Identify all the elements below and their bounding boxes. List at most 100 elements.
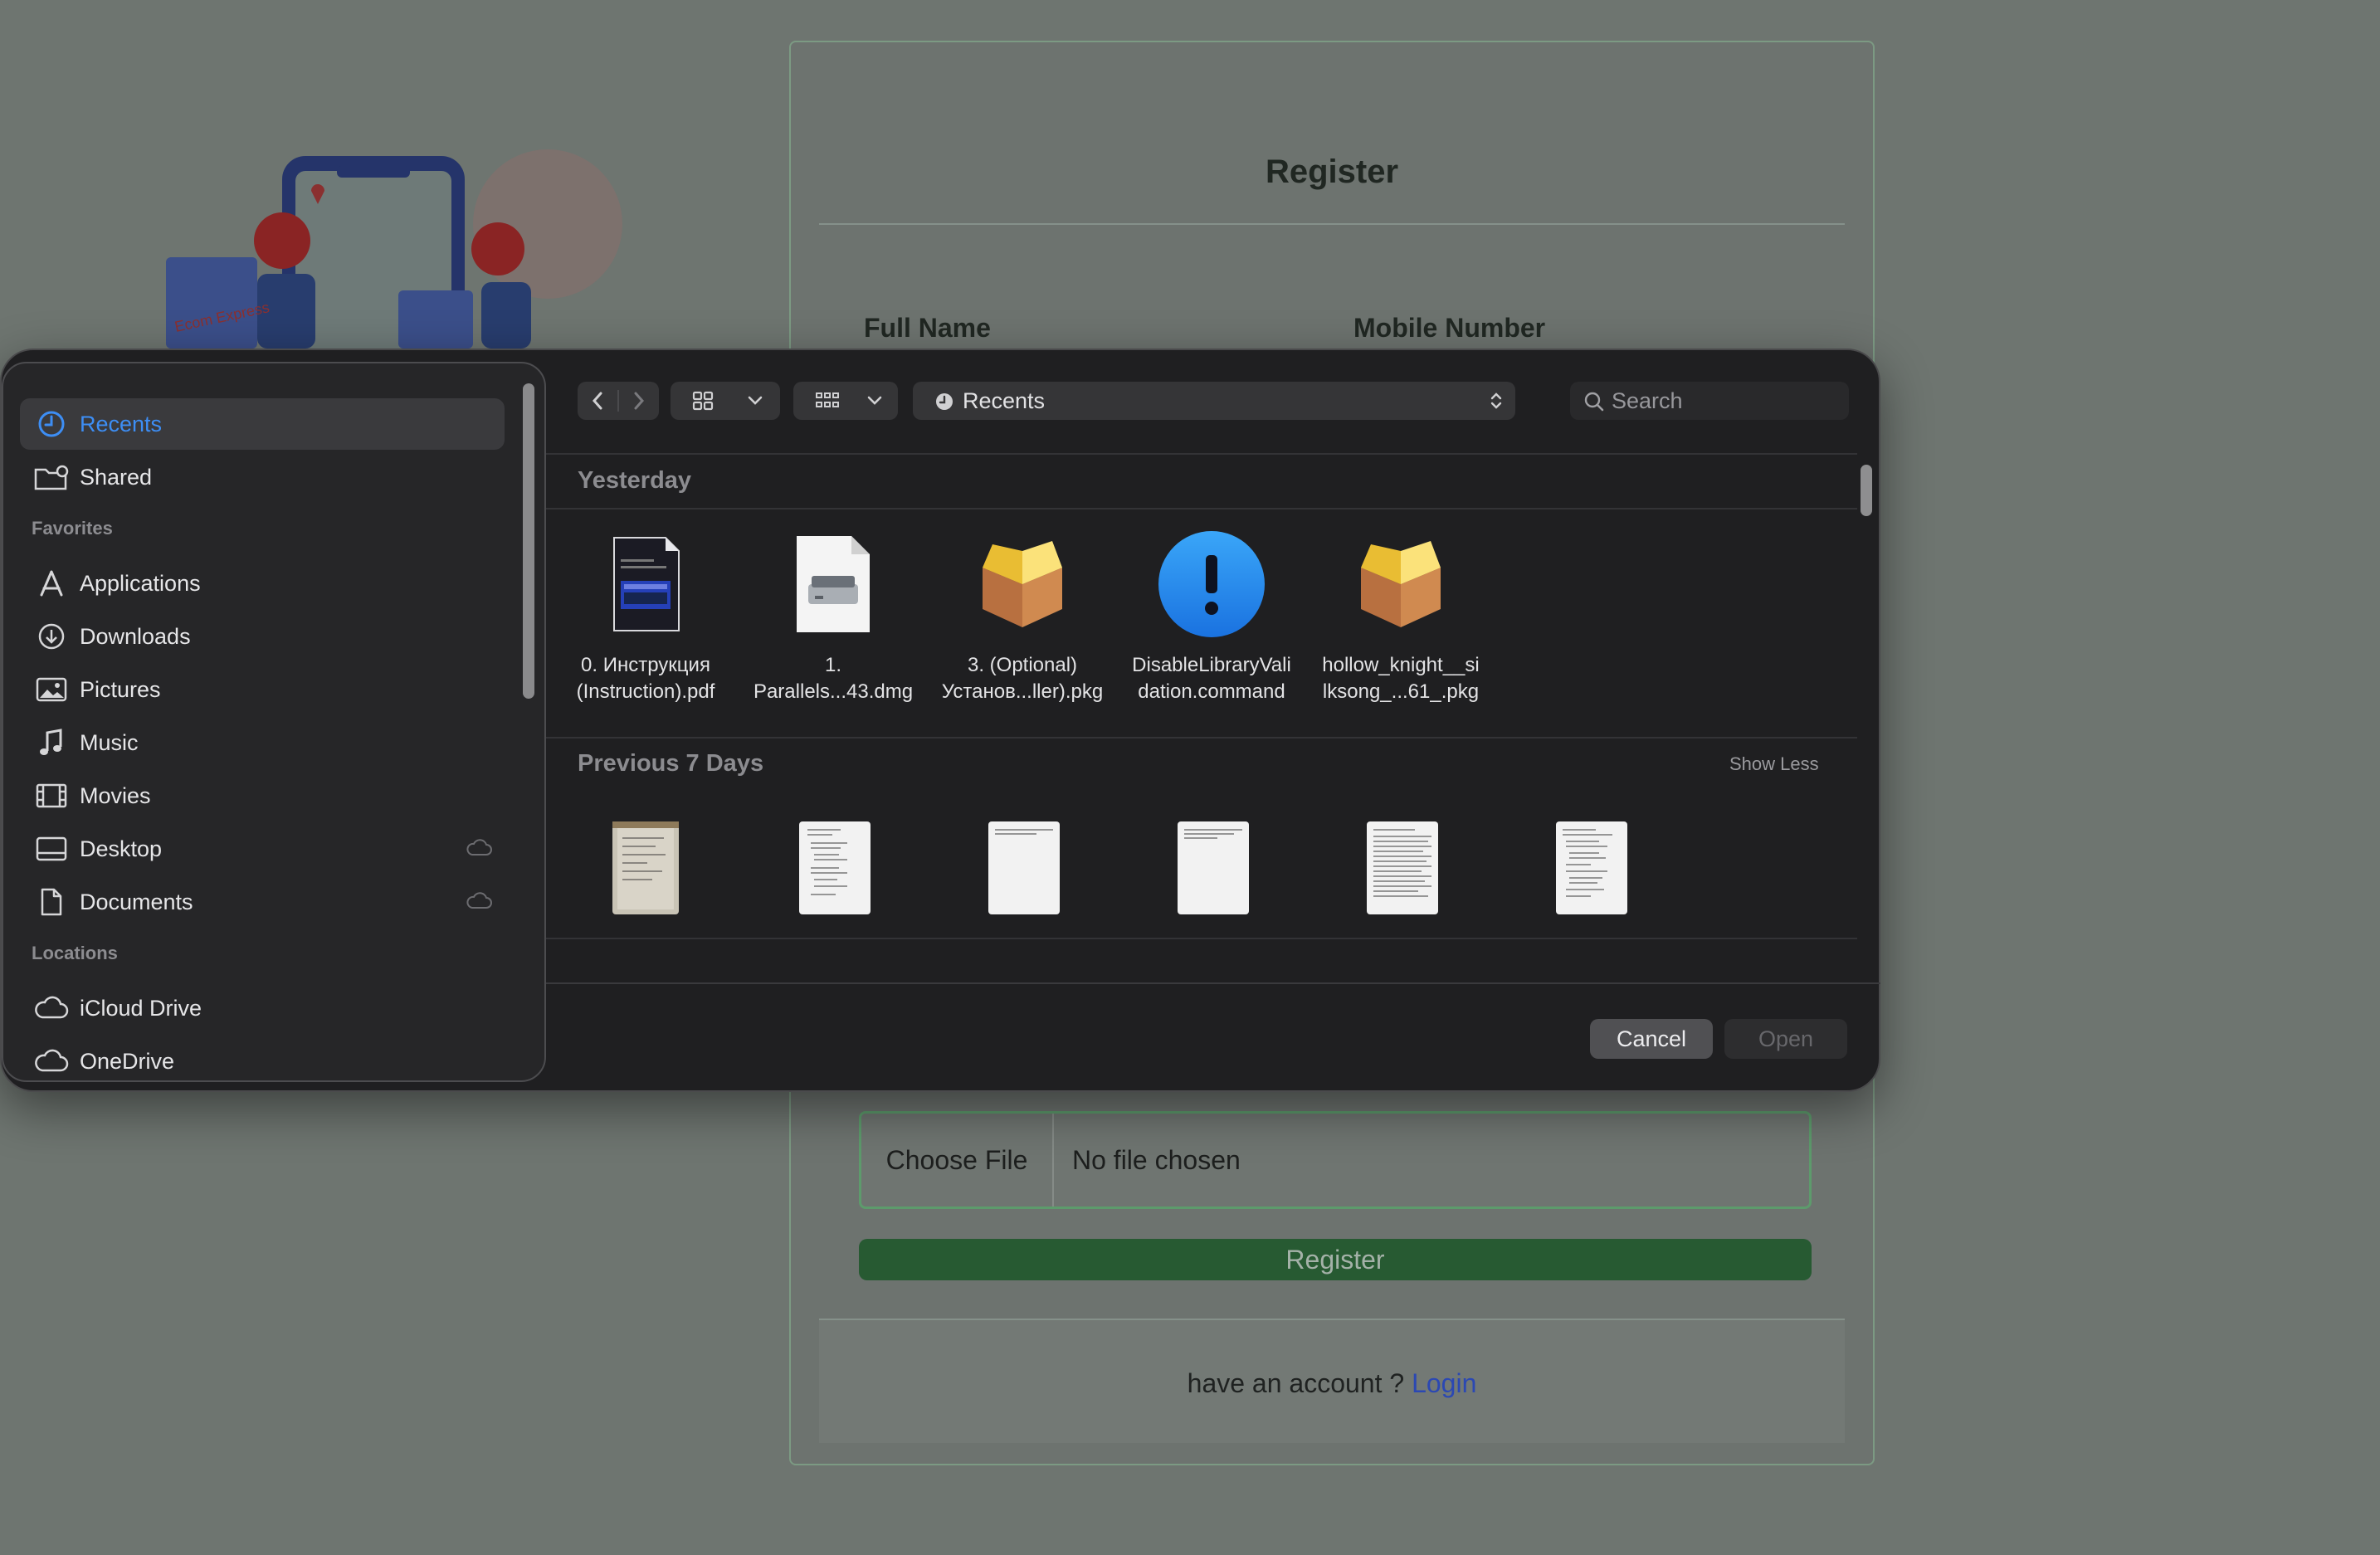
- yesterday-header: Yesterday: [578, 467, 692, 494]
- open-button[interactable]: Open: [1724, 1019, 1847, 1059]
- show-less-button[interactable]: Show Less: [1729, 753, 1819, 775]
- pdf-file-icon: [596, 534, 695, 634]
- package-icon: [973, 534, 1072, 634]
- file-name-line: lksong_...61_.pkg: [1322, 680, 1480, 703]
- sidebar-item-applications[interactable]: Applications: [20, 558, 505, 609]
- view-mode-button[interactable]: [671, 382, 780, 420]
- sidebar-item-desktop[interactable]: Desktop: [20, 823, 505, 875]
- icloud-status-icon: [465, 891, 493, 915]
- sidebar-item-documents[interactable]: Documents: [20, 876, 505, 928]
- movies-icon: [33, 778, 70, 814]
- file-thumbnail[interactable]: [1556, 821, 1627, 914]
- sidebar-item-onedrive[interactable]: OneDrive: [20, 1036, 505, 1080]
- register-button[interactable]: Register: [859, 1239, 1812, 1280]
- have-account-text: have an account ?: [1187, 1368, 1412, 1398]
- file-input[interactable]: Choose File No file chosen: [859, 1111, 1812, 1209]
- file-thumbnail[interactable]: [1178, 821, 1249, 914]
- login-footer: have an account ? Login: [819, 1320, 1845, 1443]
- sidebar-item-label: Music: [80, 729, 139, 755]
- downloads-icon: [33, 618, 70, 655]
- file-thumbnail[interactable]: [799, 821, 871, 914]
- sidebar-scrollbar[interactable]: [523, 383, 534, 699]
- package-icon: [1351, 534, 1451, 634]
- delivery-illustration: Ecom Express: [133, 124, 664, 349]
- sidebar-item-music[interactable]: Music: [20, 717, 505, 768]
- documents-icon: [33, 884, 70, 920]
- search-icon: [1584, 392, 1604, 412]
- login-link[interactable]: Login: [1412, 1368, 1476, 1398]
- file-name-line: 3. (Optional): [967, 654, 1078, 676]
- forward-button[interactable]: [619, 382, 659, 420]
- file-name-line: 1.: [824, 654, 841, 676]
- page-title: Register: [1265, 154, 1399, 190]
- sidebar-item-label: Documents: [80, 889, 193, 914]
- location-label: Recents: [963, 388, 1046, 413]
- cloud-icon: [33, 990, 70, 1026]
- file-item[interactable]: 0. Инструкция (Instruction).pdf: [554, 534, 737, 705]
- divider: [546, 508, 1857, 509]
- sidebar-item-label: OneDrive: [80, 1048, 175, 1074]
- file-name-line: Parallels...43.dmg: [753, 680, 914, 703]
- sidebar-item-label: Applications: [80, 570, 201, 596]
- sidebar-item-downloads[interactable]: Downloads: [20, 611, 505, 662]
- divider: [546, 737, 1857, 739]
- sidebar-item-recents[interactable]: Recents: [20, 398, 505, 450]
- pictures-icon: [33, 671, 70, 708]
- sidebar-item-label: Pictures: [80, 676, 161, 702]
- file-name-line: 0. Инструкция: [581, 654, 710, 676]
- sidebar-item-label: Recents: [80, 411, 163, 436]
- file-name: 0. Инструкция (Instruction).pdf: [554, 652, 737, 705]
- file-thumbnail[interactable]: [988, 821, 1060, 914]
- open-file-dialog: Recents Shared Favorites Applications Do…: [0, 349, 1880, 1092]
- dmg-file-icon: [783, 534, 883, 634]
- sidebar-item-label: Desktop: [80, 836, 163, 861]
- icloud-status-icon: [465, 838, 493, 862]
- file-name: 1. Parallels...43.dmg: [742, 652, 924, 705]
- file-item[interactable]: DisableLibraryVali dation.command: [1120, 531, 1303, 705]
- cloud-icon: [33, 1043, 70, 1080]
- file-thumbnail[interactable]: [1367, 821, 1438, 914]
- back-button[interactable]: [578, 382, 617, 420]
- file-name: 3. (Optional) Установ...ller).pkg: [931, 652, 1114, 705]
- group-view-icon: [816, 392, 839, 407]
- sidebar-item-icloud-drive[interactable]: iCloud Drive: [20, 982, 505, 1034]
- file-thumbnail[interactable]: [612, 821, 679, 914]
- location-popup[interactable]: Recents: [913, 382, 1515, 420]
- applications-icon: [33, 565, 70, 602]
- favorites-header: Favorites: [32, 518, 113, 539]
- search-input[interactable]: Search: [1570, 382, 1849, 420]
- no-file-text: No file chosen: [1072, 1144, 1241, 1175]
- music-icon: [33, 724, 70, 761]
- sidebar-item-label: iCloud Drive: [80, 995, 202, 1021]
- sidebar-item-label: Movies: [80, 782, 151, 808]
- file-name-line: Установ...ller).pkg: [941, 680, 1104, 703]
- footer-text: have an account ? Login: [819, 1368, 1845, 1399]
- previous-7-days-header: Previous 7 Days: [578, 750, 764, 777]
- group-by-button[interactable]: [793, 382, 898, 420]
- file-name: hollow_knight__si lksong_...61_.pkg: [1309, 652, 1492, 705]
- clock-icon: [33, 406, 70, 442]
- sidebar: Recents Shared Favorites Applications Do…: [2, 362, 546, 1082]
- sidebar-item-label: Downloads: [80, 623, 191, 649]
- file-name-line: hollow_knight__si: [1322, 654, 1480, 676]
- divider: [546, 982, 1880, 984]
- file-item[interactable]: 1. Parallels...43.dmg: [742, 534, 924, 705]
- file-item[interactable]: hollow_knight__si lksong_...61_.pkg: [1309, 534, 1492, 705]
- shared-folder-icon: [33, 459, 70, 495]
- sidebar-item-movies[interactable]: Movies: [20, 770, 505, 821]
- content-scrollbar[interactable]: [1861, 465, 1872, 516]
- mobile-number-label: Mobile Number: [1353, 313, 1546, 343]
- divider: [819, 223, 1845, 225]
- up-down-chevron-icon: [1490, 392, 1502, 409]
- full-name-label: Full Name: [864, 313, 991, 343]
- cancel-button[interactable]: Cancel: [1590, 1019, 1713, 1059]
- chevron-left-icon: [592, 392, 602, 410]
- sidebar-item-label: Shared: [80, 464, 153, 490]
- sidebar-item-pictures[interactable]: Pictures: [20, 664, 505, 715]
- icon-view-icon: [692, 391, 714, 411]
- sidebar-item-shared[interactable]: Shared: [20, 451, 505, 503]
- file-item[interactable]: 3. (Optional) Установ...ller).pkg: [931, 534, 1114, 705]
- file-name-line: dation.command: [1138, 680, 1285, 703]
- clock-icon: [936, 393, 953, 410]
- choose-file-button[interactable]: Choose File: [861, 1114, 1054, 1206]
